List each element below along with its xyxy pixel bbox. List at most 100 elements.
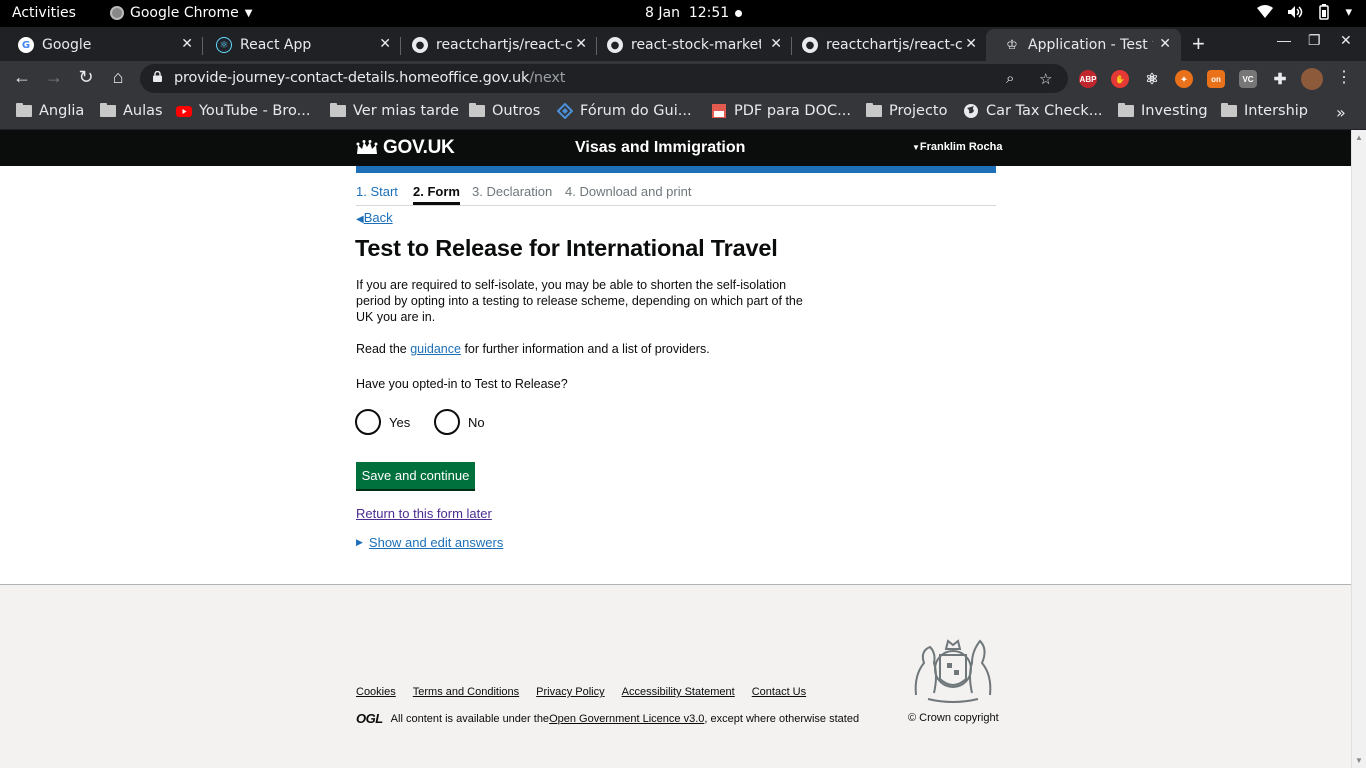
close-window-icon[interactable]: ✕ <box>1340 32 1352 49</box>
bookmark-label: YouTube - Bro... <box>199 103 311 119</box>
adblock-plus-icon[interactable]: ABP <box>1079 70 1097 88</box>
bookmark-investing[interactable]: Investing <box>1118 103 1208 119</box>
govuk-crown-icon: ♔ <box>1006 37 1018 53</box>
guidance-link[interactable]: guidance <box>410 342 461 356</box>
github-icon: ● <box>802 37 818 53</box>
step-declaration: 3. Declaration <box>472 184 553 199</box>
globe-icon <box>964 104 978 118</box>
govuk-footer: Cookies Terms and Conditions Privacy Pol… <box>0 584 1351 768</box>
radio-yes-label: Yes <box>389 414 411 430</box>
bookmark-pdf-para-doc[interactable]: PDF para DOC... <box>711 103 851 119</box>
restore-icon[interactable]: ❐ <box>1308 32 1321 49</box>
bookmark-aulas[interactable]: Aulas <box>100 103 163 119</box>
radio-no[interactable]: No <box>434 409 485 435</box>
bookmark-forum[interactable]: Fórum do Gui... <box>557 103 692 119</box>
fire-extension-icon[interactable]: ✦ <box>1175 70 1193 88</box>
step-form: 2. Form <box>413 184 460 205</box>
guidance-prefix: Read the <box>356 342 411 356</box>
react-icon: ⚛ <box>216 37 232 53</box>
folder-icon <box>866 103 882 117</box>
tab-google[interactable]: G Google ✕ <box>0 29 203 61</box>
app-menu[interactable]: Google Chrome ▼ <box>110 5 252 21</box>
close-tab-icon[interactable]: ✕ <box>770 36 782 52</box>
bookmark-youtube[interactable]: YouTube - Bro... <box>176 103 310 119</box>
battery-icon <box>1319 4 1330 20</box>
radio-no-label: No <box>468 414 485 430</box>
bookmark-label: Anglia <box>39 103 85 119</box>
scroll-down-arrow-icon[interactable]: ▼ <box>1355 756 1363 765</box>
ogl-logo: OGL <box>356 711 383 726</box>
bookmark-intership[interactable]: Intership <box>1221 103 1308 119</box>
reload-icon[interactable]: ↻ <box>74 67 98 88</box>
activities-button[interactable]: Activities <box>12 5 76 21</box>
stop-hand-icon[interactable]: ✋ <box>1111 70 1129 88</box>
forward-arrow-icon[interactable]: → <box>42 67 66 88</box>
back-arrow-icon[interactable]: ← <box>10 67 34 88</box>
vc-extension-icon[interactable]: VC <box>1239 70 1257 88</box>
close-tab-icon[interactable]: ✕ <box>1159 36 1171 52</box>
service-name[interactable]: Visas and Immigration <box>575 139 745 157</box>
close-tab-icon[interactable]: ✕ <box>379 36 391 52</box>
bookmark-star-icon[interactable]: ☆ <box>1039 70 1052 88</box>
return-later-link[interactable]: Return to this form later <box>356 506 492 521</box>
tab-title: reactchartjs/react-c <box>436 37 572 53</box>
caret-down-icon: ▼ <box>912 143 920 152</box>
clock-date: 8 Jan <box>645 5 680 21</box>
minimize-icon[interactable]: — <box>1277 32 1291 48</box>
step-start[interactable]: 1. Start <box>356 184 398 199</box>
tab-reactchartjs-1[interactable]: ● reactchartjs/react-c ✕ <box>394 29 597 61</box>
toggle-on-extension-icon[interactable]: on <box>1207 70 1225 88</box>
radio-yes-circle[interactable] <box>355 409 381 435</box>
react-devtools-icon[interactable]: ⚛ <box>1143 70 1161 88</box>
footer-link-terms[interactable]: Terms and Conditions <box>413 686 519 698</box>
radio-no-circle[interactable] <box>434 409 460 435</box>
app-menu-label: Google Chrome <box>130 5 239 21</box>
tab-react-app[interactable]: ⚛ React App ✕ <box>198 29 401 61</box>
bookmark-projecto[interactable]: Projecto <box>866 103 947 119</box>
close-tab-icon[interactable]: ✕ <box>965 36 977 52</box>
kebab-menu-icon[interactable]: ⋮ <box>1332 67 1356 87</box>
tab-react-stock-market[interactable]: ● react-stock-market- ✕ <box>589 29 792 61</box>
bookmark-label: Outros <box>492 103 541 119</box>
back-link[interactable]: ◀Back <box>356 210 393 225</box>
wifi-icon <box>1257 5 1274 18</box>
footer-link-contact[interactable]: Contact Us <box>752 686 806 698</box>
new-tab-plus-icon[interactable]: + <box>1192 31 1205 57</box>
close-tab-icon[interactable]: ✕ <box>575 36 587 52</box>
bookmark-label: Ver mias tarde <box>353 103 459 119</box>
page-scrollbar[interactable]: ▲ ▼ <box>1351 130 1366 768</box>
header-accent-bar <box>356 166 996 173</box>
profile-avatar[interactable] <box>1301 68 1323 90</box>
extensions-puzzle-icon[interactable]: ✚ <box>1271 70 1289 88</box>
footer-link-accessibility[interactable]: Accessibility Statement <box>622 686 735 698</box>
scroll-up-arrow-icon[interactable]: ▲ <box>1355 133 1363 142</box>
show-edit-answers-details[interactable]: ▶ Show and edit answers <box>356 535 503 550</box>
tab-application-test[interactable]: ♔ Application - Test to ✕ <box>986 29 1181 61</box>
system-menu[interactable]: ▾ <box>1257 4 1352 20</box>
address-bar[interactable]: provide-journey-contact-details.homeoffi… <box>140 64 1068 93</box>
folder-icon <box>100 103 116 117</box>
bookmark-outros[interactable]: Outros <box>469 103 540 119</box>
user-menu[interactable]: ▼Franklim Rocha <box>912 141 1002 153</box>
intro-paragraph: If you are required to self-isolate, you… <box>356 278 803 324</box>
chevron-down-icon: ▾ <box>1345 4 1352 20</box>
tab-title: Google <box>42 37 92 53</box>
bookmark-ver-mias-tarde[interactable]: Ver mias tarde <box>330 103 459 119</box>
folder-icon <box>469 103 485 117</box>
radio-yes[interactable]: Yes <box>355 409 410 435</box>
home-icon[interactable]: ⌂ <box>106 67 130 88</box>
zoom-search-icon[interactable]: ⌕ <box>1006 70 1014 87</box>
govuk-logo[interactable]: GOV.UK <box>356 137 455 159</box>
tab-reactchartjs-2[interactable]: ● reactchartjs/react-c ✕ <box>784 29 987 61</box>
tab-title: reactchartjs/react-c <box>826 37 962 53</box>
footer-link-privacy[interactable]: Privacy Policy <box>536 686 604 698</box>
close-tab-icon[interactable]: ✕ <box>181 36 193 52</box>
save-and-continue-button[interactable]: Save and continue <box>356 462 475 489</box>
bookmark-car-tax-check[interactable]: Car Tax Check... <box>963 103 1103 119</box>
bookmark-anglia[interactable]: Anglia <box>16 103 84 119</box>
licence-link[interactable]: Open Government Licence v3.0 <box>549 713 704 725</box>
footer-link-cookies[interactable]: Cookies <box>356 686 396 698</box>
clock[interactable]: 8 Jan 12:51 <box>645 5 729 21</box>
step-download-print: 4. Download and print <box>565 184 692 199</box>
more-bookmarks-chevron-icon[interactable]: » <box>1336 103 1346 122</box>
